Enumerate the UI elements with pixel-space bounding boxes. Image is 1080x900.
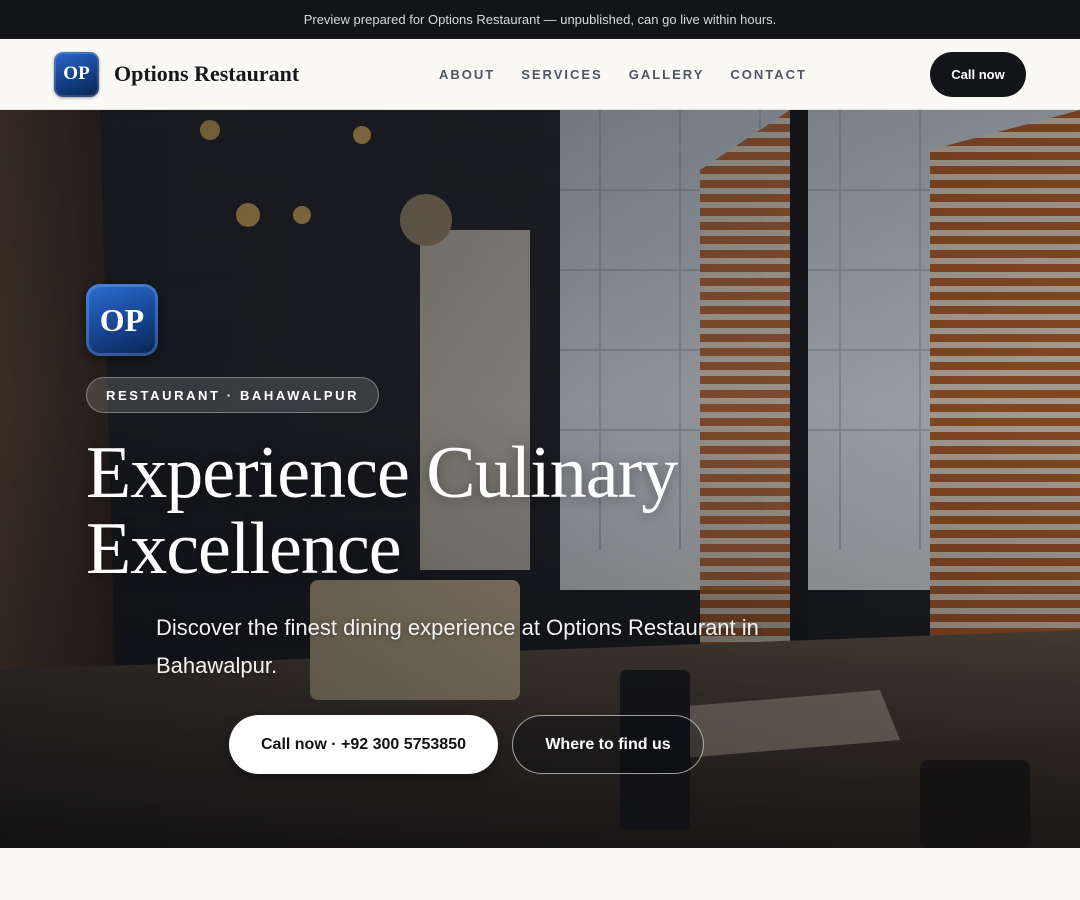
hero-actions: Call now · +92 300 5753850 Where to find…: [229, 715, 704, 774]
hero-call-button[interactable]: Call now · +92 300 5753850: [229, 715, 498, 774]
hero-location-button[interactable]: Where to find us: [512, 715, 704, 774]
hero-headline: Experience Culinary Excellence: [86, 435, 806, 587]
hero-logo-initials: OP: [99, 301, 145, 338]
site-header: OP Options Restaurant ABOUT SERVICES GAL…: [0, 39, 1080, 110]
preview-banner-text: Preview prepared for Options Restaurant …: [303, 12, 777, 27]
nav-link-services[interactable]: SERVICES: [521, 67, 603, 82]
hero-headline-line2: Excellence: [86, 508, 402, 590]
brand-logo: OP: [54, 51, 99, 97]
brand-logo-initials: OP: [63, 63, 90, 84]
hero-category-tag: RESTAURANT · BAHAWALPUR: [86, 377, 380, 413]
header-call-button[interactable]: Call now: [930, 52, 1026, 97]
brand-name: Options Restaurant: [114, 61, 300, 86]
preview-banner: Preview prepared for Options Restaurant …: [0, 0, 1080, 39]
nav-link-contact[interactable]: CONTACT: [730, 67, 807, 82]
hero-content: OP RESTAURANT · BAHAWALPUR Experience Cu…: [86, 284, 806, 685]
main-nav: ABOUT SERVICES GALLERY CONTACT: [439, 39, 807, 110]
next-section: [0, 848, 1080, 900]
nav-link-about[interactable]: ABOUT: [439, 67, 495, 82]
hero-logo: OP: [86, 284, 158, 356]
brand[interactable]: OP Options Restaurant: [54, 51, 300, 97]
nav-link-gallery[interactable]: GALLERY: [629, 67, 705, 82]
hero-headline-line1: Experience Culinary: [86, 432, 678, 514]
hero-subtext: Discover the finest dining experience at…: [156, 615, 759, 678]
hero-section: OP RESTAURANT · BAHAWALPUR Experience Cu…: [0, 110, 1080, 848]
